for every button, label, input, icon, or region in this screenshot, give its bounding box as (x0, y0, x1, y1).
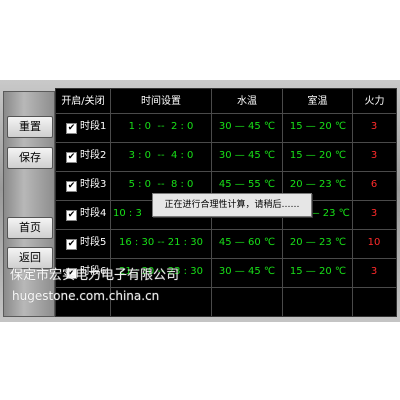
header-toggle: 开启/关闭 (61, 96, 105, 107)
header-fire: 火力 (364, 96, 385, 107)
reset-button[interactable]: 重置 (7, 116, 53, 138)
fire-level[interactable]: 10 (359, 236, 389, 250)
fire-level[interactable]: 3 (359, 120, 389, 134)
enable-checkbox[interactable]: ✔ (66, 239, 77, 250)
fire-level[interactable]: 3 (359, 265, 389, 279)
header-water-temp: 水温 (237, 96, 257, 107)
enable-checkbox[interactable]: ✔ (66, 152, 77, 163)
room-temp-range[interactable]: 15 — 20 ℃ (285, 149, 351, 163)
segment-label: 时段2 (80, 150, 107, 161)
water-temp-range[interactable]: 45 — 60 ℃ (214, 236, 280, 250)
header-time: 时间设置 (141, 96, 181, 107)
header-room-temp: 室温 (307, 96, 328, 107)
room-temp-range[interactable]: 20 — 23 ℃ (285, 178, 351, 192)
water-temp-range[interactable]: 30 — 45 ℃ (214, 149, 280, 163)
grid-line (56, 171, 396, 172)
time-range[interactable]: 10 : 3 (113, 207, 153, 221)
grid-line (56, 258, 396, 259)
home-button[interactable]: 首页 (7, 217, 53, 239)
fire-level[interactable]: 3 (359, 207, 389, 221)
grid-line (56, 229, 396, 230)
watermark-url: hugestone.com.china.cn (12, 289, 160, 303)
segment-label: 时段1 (80, 121, 107, 132)
grid-line (56, 287, 396, 288)
fire-level[interactable]: 3 (359, 149, 389, 163)
calculating-dialog: 正在进行合理性计算，请稍后…… (152, 193, 312, 217)
time-range[interactable]: 16 : 30 -- 21 : 30 (113, 236, 209, 250)
enable-checkbox[interactable]: ✔ (66, 210, 77, 221)
water-temp-range[interactable]: 30 — 45 ℃ (214, 120, 280, 134)
water-temp-range[interactable]: 45 — 55 ℃ (214, 178, 280, 192)
segment-label: 时段5 (80, 237, 107, 248)
watermark-company: 保定市宏实电力电子有限公司 (10, 268, 180, 283)
time-range[interactable]: 3 : 0 -- 4 : 0 (113, 149, 209, 163)
grid-line (352, 89, 353, 316)
segment-label: 时段4 (80, 208, 107, 219)
time-range[interactable]: 5 : 0 -- 8 : 0 (113, 178, 209, 192)
grid-line (56, 113, 396, 114)
save-button[interactable]: 保存 (7, 147, 53, 169)
grid-line (56, 142, 396, 143)
enable-checkbox[interactable]: ✔ (66, 181, 77, 192)
time-range[interactable]: 1 : 0 -- 2 : 0 (113, 120, 209, 134)
fire-level[interactable]: 6 (359, 178, 389, 192)
enable-checkbox[interactable]: ✔ (66, 123, 77, 134)
room-temp-range[interactable]: 15 — 20 ℃ (285, 265, 351, 279)
sidebar: 重置 保存 首页 返回 (3, 91, 55, 317)
segment-label: 时段3 (80, 179, 107, 190)
room-temp-range[interactable]: 20 — 23 ℃ (285, 236, 351, 250)
room-temp-range[interactable]: 15 — 20 ℃ (285, 120, 351, 134)
water-temp-range[interactable]: 30 — 45 ℃ (214, 265, 280, 279)
